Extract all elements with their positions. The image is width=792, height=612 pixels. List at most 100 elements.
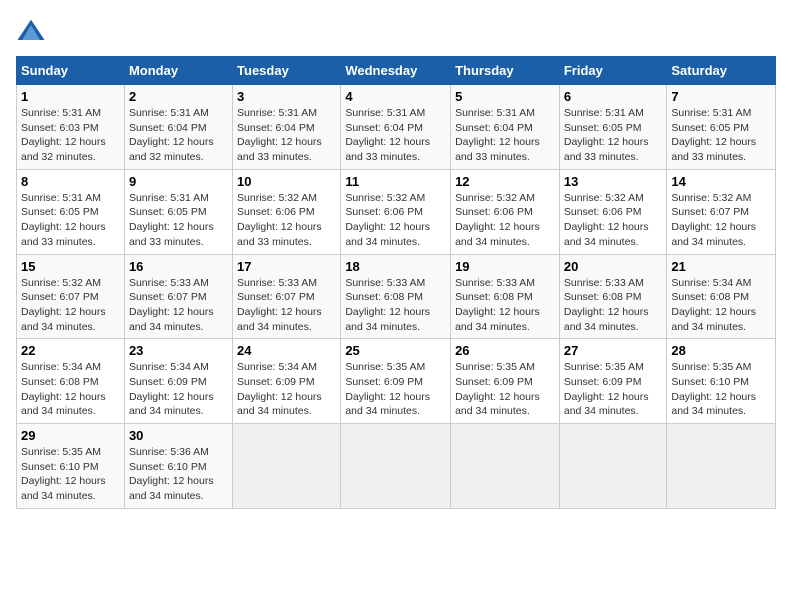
day-info: Sunrise: 5:32 AM Sunset: 6:06 PM Dayligh… bbox=[237, 191, 336, 250]
day-cell: 3 Sunrise: 5:31 AM Sunset: 6:04 PM Dayli… bbox=[233, 85, 341, 170]
day-info: Sunrise: 5:32 AM Sunset: 6:06 PM Dayligh… bbox=[345, 191, 446, 250]
day-info: Sunrise: 5:31 AM Sunset: 6:05 PM Dayligh… bbox=[21, 191, 120, 250]
day-cell bbox=[451, 424, 560, 509]
day-cell: 4 Sunrise: 5:31 AM Sunset: 6:04 PM Dayli… bbox=[341, 85, 451, 170]
day-info: Sunrise: 5:34 AM Sunset: 6:08 PM Dayligh… bbox=[21, 360, 120, 419]
header-wednesday: Wednesday bbox=[341, 57, 451, 85]
day-cell bbox=[667, 424, 776, 509]
day-info: Sunrise: 5:35 AM Sunset: 6:10 PM Dayligh… bbox=[21, 445, 120, 504]
day-number: 27 bbox=[564, 343, 663, 358]
day-info: Sunrise: 5:32 AM Sunset: 6:07 PM Dayligh… bbox=[21, 276, 120, 335]
header-monday: Monday bbox=[124, 57, 232, 85]
calendar-header: SundayMondayTuesdayWednesdayThursdayFrid… bbox=[17, 57, 776, 85]
day-cell: 7 Sunrise: 5:31 AM Sunset: 6:05 PM Dayli… bbox=[667, 85, 776, 170]
day-info: Sunrise: 5:31 AM Sunset: 6:05 PM Dayligh… bbox=[129, 191, 228, 250]
day-cell: 11 Sunrise: 5:32 AM Sunset: 6:06 PM Dayl… bbox=[341, 169, 451, 254]
day-info: Sunrise: 5:34 AM Sunset: 6:09 PM Dayligh… bbox=[237, 360, 336, 419]
day-cell bbox=[341, 424, 451, 509]
day-info: Sunrise: 5:31 AM Sunset: 6:04 PM Dayligh… bbox=[345, 106, 446, 165]
day-info: Sunrise: 5:34 AM Sunset: 6:09 PM Dayligh… bbox=[129, 360, 228, 419]
day-number: 3 bbox=[237, 89, 336, 104]
day-info: Sunrise: 5:33 AM Sunset: 6:07 PM Dayligh… bbox=[237, 276, 336, 335]
day-cell: 9 Sunrise: 5:31 AM Sunset: 6:05 PM Dayli… bbox=[124, 169, 232, 254]
day-number: 30 bbox=[129, 428, 228, 443]
day-number: 19 bbox=[455, 259, 555, 274]
day-number: 23 bbox=[129, 343, 228, 358]
day-cell: 24 Sunrise: 5:34 AM Sunset: 6:09 PM Dayl… bbox=[233, 339, 341, 424]
day-info: Sunrise: 5:32 AM Sunset: 6:07 PM Dayligh… bbox=[671, 191, 771, 250]
week-row-3: 15 Sunrise: 5:32 AM Sunset: 6:07 PM Dayl… bbox=[17, 254, 776, 339]
day-info: Sunrise: 5:31 AM Sunset: 6:05 PM Dayligh… bbox=[564, 106, 663, 165]
day-cell: 12 Sunrise: 5:32 AM Sunset: 6:06 PM Dayl… bbox=[451, 169, 560, 254]
header-friday: Friday bbox=[559, 57, 667, 85]
day-cell: 17 Sunrise: 5:33 AM Sunset: 6:07 PM Dayl… bbox=[233, 254, 341, 339]
calendar-body: 1 Sunrise: 5:31 AM Sunset: 6:03 PM Dayli… bbox=[17, 85, 776, 509]
logo bbox=[16, 16, 50, 46]
day-info: Sunrise: 5:35 AM Sunset: 6:10 PM Dayligh… bbox=[671, 360, 771, 419]
day-number: 4 bbox=[345, 89, 446, 104]
day-cell bbox=[559, 424, 667, 509]
day-info: Sunrise: 5:31 AM Sunset: 6:04 PM Dayligh… bbox=[237, 106, 336, 165]
day-cell: 22 Sunrise: 5:34 AM Sunset: 6:08 PM Dayl… bbox=[17, 339, 125, 424]
day-info: Sunrise: 5:31 AM Sunset: 6:05 PM Dayligh… bbox=[671, 106, 771, 165]
day-number: 11 bbox=[345, 174, 446, 189]
day-info: Sunrise: 5:33 AM Sunset: 6:07 PM Dayligh… bbox=[129, 276, 228, 335]
day-cell: 25 Sunrise: 5:35 AM Sunset: 6:09 PM Dayl… bbox=[341, 339, 451, 424]
day-cell: 29 Sunrise: 5:35 AM Sunset: 6:10 PM Dayl… bbox=[17, 424, 125, 509]
page-header bbox=[16, 16, 776, 46]
day-cell: 16 Sunrise: 5:33 AM Sunset: 6:07 PM Dayl… bbox=[124, 254, 232, 339]
day-cell: 13 Sunrise: 5:32 AM Sunset: 6:06 PM Dayl… bbox=[559, 169, 667, 254]
day-cell bbox=[233, 424, 341, 509]
day-number: 9 bbox=[129, 174, 228, 189]
day-cell: 30 Sunrise: 5:36 AM Sunset: 6:10 PM Dayl… bbox=[124, 424, 232, 509]
logo-icon bbox=[16, 16, 46, 46]
day-cell: 8 Sunrise: 5:31 AM Sunset: 6:05 PM Dayli… bbox=[17, 169, 125, 254]
day-info: Sunrise: 5:33 AM Sunset: 6:08 PM Dayligh… bbox=[564, 276, 663, 335]
week-row-1: 1 Sunrise: 5:31 AM Sunset: 6:03 PM Dayli… bbox=[17, 85, 776, 170]
header-tuesday: Tuesday bbox=[233, 57, 341, 85]
day-number: 22 bbox=[21, 343, 120, 358]
day-cell: 26 Sunrise: 5:35 AM Sunset: 6:09 PM Dayl… bbox=[451, 339, 560, 424]
day-info: Sunrise: 5:33 AM Sunset: 6:08 PM Dayligh… bbox=[455, 276, 555, 335]
day-number: 2 bbox=[129, 89, 228, 104]
day-cell: 15 Sunrise: 5:32 AM Sunset: 6:07 PM Dayl… bbox=[17, 254, 125, 339]
day-cell: 2 Sunrise: 5:31 AM Sunset: 6:04 PM Dayli… bbox=[124, 85, 232, 170]
day-cell: 5 Sunrise: 5:31 AM Sunset: 6:04 PM Dayli… bbox=[451, 85, 560, 170]
day-cell: 14 Sunrise: 5:32 AM Sunset: 6:07 PM Dayl… bbox=[667, 169, 776, 254]
day-number: 1 bbox=[21, 89, 120, 104]
day-cell: 6 Sunrise: 5:31 AM Sunset: 6:05 PM Dayli… bbox=[559, 85, 667, 170]
day-cell: 23 Sunrise: 5:34 AM Sunset: 6:09 PM Dayl… bbox=[124, 339, 232, 424]
day-info: Sunrise: 5:35 AM Sunset: 6:09 PM Dayligh… bbox=[345, 360, 446, 419]
day-info: Sunrise: 5:31 AM Sunset: 6:04 PM Dayligh… bbox=[129, 106, 228, 165]
day-number: 16 bbox=[129, 259, 228, 274]
day-number: 6 bbox=[564, 89, 663, 104]
day-info: Sunrise: 5:35 AM Sunset: 6:09 PM Dayligh… bbox=[455, 360, 555, 419]
day-number: 5 bbox=[455, 89, 555, 104]
day-cell: 27 Sunrise: 5:35 AM Sunset: 6:09 PM Dayl… bbox=[559, 339, 667, 424]
day-number: 8 bbox=[21, 174, 120, 189]
day-info: Sunrise: 5:36 AM Sunset: 6:10 PM Dayligh… bbox=[129, 445, 228, 504]
day-info: Sunrise: 5:35 AM Sunset: 6:09 PM Dayligh… bbox=[564, 360, 663, 419]
day-number: 25 bbox=[345, 343, 446, 358]
calendar-table: SundayMondayTuesdayWednesdayThursdayFrid… bbox=[16, 56, 776, 509]
day-info: Sunrise: 5:32 AM Sunset: 6:06 PM Dayligh… bbox=[564, 191, 663, 250]
week-row-5: 29 Sunrise: 5:35 AM Sunset: 6:10 PM Dayl… bbox=[17, 424, 776, 509]
day-number: 20 bbox=[564, 259, 663, 274]
day-number: 14 bbox=[671, 174, 771, 189]
day-number: 26 bbox=[455, 343, 555, 358]
day-cell: 28 Sunrise: 5:35 AM Sunset: 6:10 PM Dayl… bbox=[667, 339, 776, 424]
header-saturday: Saturday bbox=[667, 57, 776, 85]
day-number: 10 bbox=[237, 174, 336, 189]
day-number: 28 bbox=[671, 343, 771, 358]
day-info: Sunrise: 5:31 AM Sunset: 6:03 PM Dayligh… bbox=[21, 106, 120, 165]
header-thursday: Thursday bbox=[451, 57, 560, 85]
day-number: 12 bbox=[455, 174, 555, 189]
day-number: 15 bbox=[21, 259, 120, 274]
day-number: 21 bbox=[671, 259, 771, 274]
day-cell: 20 Sunrise: 5:33 AM Sunset: 6:08 PM Dayl… bbox=[559, 254, 667, 339]
day-cell: 10 Sunrise: 5:32 AM Sunset: 6:06 PM Dayl… bbox=[233, 169, 341, 254]
day-cell: 1 Sunrise: 5:31 AM Sunset: 6:03 PM Dayli… bbox=[17, 85, 125, 170]
day-number: 18 bbox=[345, 259, 446, 274]
day-info: Sunrise: 5:32 AM Sunset: 6:06 PM Dayligh… bbox=[455, 191, 555, 250]
header-sunday: Sunday bbox=[17, 57, 125, 85]
